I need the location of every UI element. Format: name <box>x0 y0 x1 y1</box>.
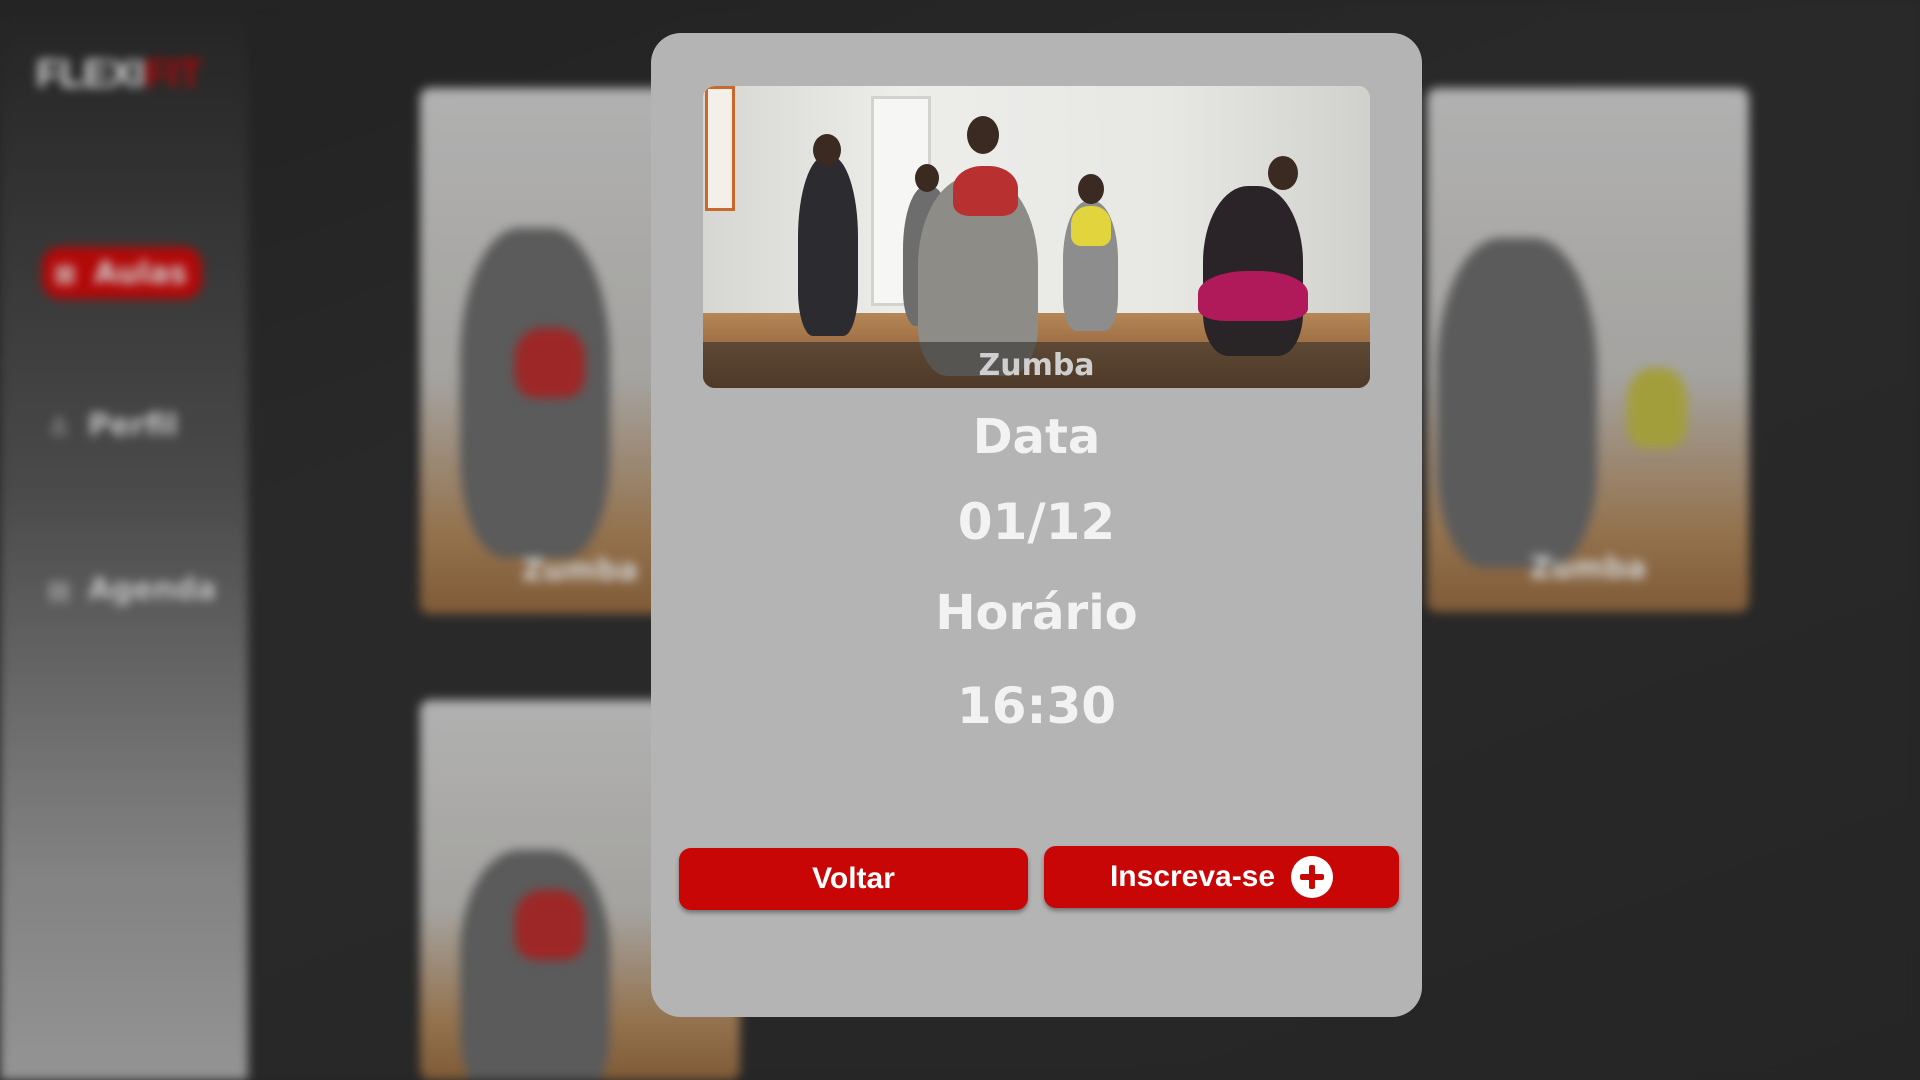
enroll-button[interactable]: Inscreva-se <box>1044 846 1399 908</box>
back-button[interactable]: Voltar <box>679 848 1028 910</box>
image-dancer-head <box>1268 156 1298 190</box>
date-label: Data <box>972 409 1101 465</box>
image-caption-bar: Zumba <box>703 342 1370 388</box>
image-dancer-top <box>1071 206 1111 246</box>
image-dancer-head <box>915 164 939 192</box>
time-label: Horário <box>935 585 1138 641</box>
image-window <box>705 86 735 211</box>
class-name: Zumba <box>978 347 1095 383</box>
time-value: 16:30 <box>956 677 1117 735</box>
enroll-button-label: Inscreva-se <box>1109 860 1276 893</box>
back-button-label: Voltar <box>812 862 895 895</box>
image-dancer-head <box>813 134 841 166</box>
image-dancer <box>798 156 858 336</box>
class-image: Zumba <box>703 86 1370 388</box>
plus-circle-icon <box>1291 856 1334 898</box>
class-detail-modal: Zumba Data 01/12 Horário 16:30 Voltar In… <box>651 33 1422 1017</box>
image-dancer-head <box>967 116 999 154</box>
date-value: 01/12 <box>957 493 1116 551</box>
image-dancer-pants <box>1198 271 1308 321</box>
image-dancer-head <box>1078 174 1104 204</box>
image-dancer-top <box>953 166 1018 216</box>
